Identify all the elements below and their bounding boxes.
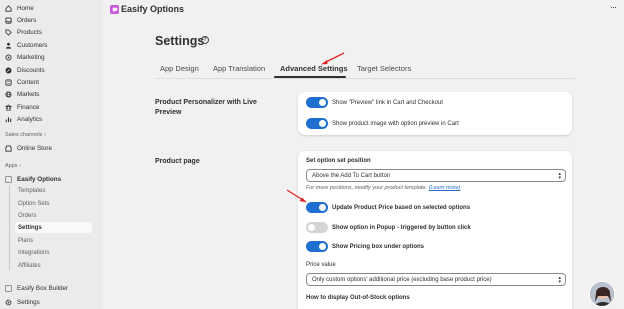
tag-icon	[5, 28, 12, 36]
update-price-toggle[interactable]	[306, 202, 328, 213]
select-chevron-icon: ▴ ▾	[558, 275, 561, 285]
sidebar-item-label: Marketing	[17, 53, 45, 61]
avatar[interactable]	[589, 281, 615, 307]
chevron-right-icon: ›	[44, 132, 46, 138]
tabs-divider	[155, 78, 575, 79]
position-hint: For more positions, modify your product …	[306, 185, 460, 191]
toggle-row-update-price[interactable]: Update Product Price based on selected o…	[306, 202, 470, 213]
sidebar-item-analytics[interactable]: Analytics	[3, 113, 97, 125]
sidebar-item-label: Finance	[17, 103, 40, 111]
sidebar-item-easify-box-builder[interactable]: Easify Box Builder	[3, 282, 97, 294]
toggle-label: Show option in Popup - triggered by butt…	[332, 224, 471, 231]
apps-heading[interactable]: Apps ›	[5, 163, 21, 169]
globe-icon	[5, 90, 12, 98]
sidebar-item-label: Easify Box Builder	[17, 284, 69, 292]
toggle-label: Show Pricing box under options	[332, 243, 425, 250]
toggle-row-popup[interactable]: Show option in Popup - triggered by butt…	[306, 222, 471, 233]
sidebar-item-easify-options[interactable]: Easify Options	[3, 173, 97, 185]
price-value-select[interactable]: Only custom options' additional price (e…	[306, 273, 566, 286]
gear-icon	[5, 299, 12, 306]
sales-channels-label: Sales channels	[5, 132, 43, 138]
page-title: Settings	[155, 34, 205, 48]
sidebar-item-label: Discounts	[17, 66, 45, 74]
active-tab-indicator	[274, 76, 346, 78]
sidebar-item-content[interactable]: Content	[3, 76, 97, 88]
sidebar-item-orders[interactable]: Orders	[3, 14, 97, 26]
help-icon[interactable]: ?	[201, 36, 209, 44]
sidebar-item-home[interactable]: Home	[3, 2, 97, 14]
toggle-label: Show "Preview" link in Cart and Checkout	[332, 99, 443, 106]
apps-label: Apps	[5, 163, 18, 169]
sidebar-item-label: Content	[17, 78, 40, 86]
sub-item-affiliates[interactable]: Affiliates	[15, 260, 92, 271]
sidebar-item-markets[interactable]: Markets	[3, 88, 97, 100]
bank-icon	[5, 103, 12, 111]
app-title: Easify Options	[121, 4, 185, 14]
sub-item-templates[interactable]: Templates	[15, 185, 92, 196]
content-icon	[5, 78, 12, 86]
inbox-icon	[5, 16, 12, 24]
sidebar-item-settings[interactable]: Settings	[3, 296, 97, 308]
toggle-row-preview-link[interactable]: Show "Preview" link in Cart and Checkout	[306, 97, 443, 108]
sidebar-item-label: Analytics	[17, 115, 43, 123]
position-select[interactable]: Above the Add To Cart button ▴ ▾	[306, 169, 566, 182]
sub-item-integrations[interactable]: Integrations	[15, 247, 92, 258]
submenu-guide	[9, 185, 10, 270]
sidebar-item-label: Online Store	[17, 144, 53, 152]
sidebar-item-label: Orders	[17, 16, 37, 24]
sub-item-settings[interactable]: Settings	[15, 222, 92, 233]
chevron-right-icon: ›	[19, 163, 22, 169]
store-icon	[5, 144, 12, 152]
bar-chart-icon	[5, 116, 12, 123]
learn-more-link[interactable]: (Learn more)	[429, 185, 461, 191]
sidebar: Home Orders Products Customers Marketing…	[0, 0, 102, 309]
sidebar-item-label: Easify Options	[17, 175, 62, 183]
oos-label: How to display Out-of-Stock options	[306, 295, 410, 301]
personalizer-heading: Product Personalizer with Live Preview	[155, 99, 257, 116]
sub-item-option-sets[interactable]: Option Sets	[15, 198, 92, 209]
easify-app-icon	[110, 5, 119, 14]
sidebar-item-online-store[interactable]: Online Store	[3, 142, 97, 154]
sidebar-item-label: Products	[17, 28, 42, 36]
price-value-select-value: Only custom options' additional price (e…	[312, 276, 492, 283]
sub-item-plans[interactable]: Plans	[15, 235, 92, 246]
target-icon	[5, 53, 12, 61]
preview-link-toggle[interactable]	[306, 97, 328, 108]
price-value-label: Price value	[306, 262, 336, 268]
sidebar-item-products[interactable]: Products	[3, 26, 97, 38]
discount-icon	[5, 67, 12, 74]
toggle-label: Show product image with option preview i…	[332, 120, 459, 127]
tab-app-translation[interactable]: App Translation	[213, 64, 265, 73]
tab-app-design[interactable]: App Design	[160, 64, 199, 73]
tab-target-selectors[interactable]: Target Selectors	[357, 64, 411, 73]
toggle-label: Update Product Price based on selected o…	[332, 204, 471, 211]
home-icon	[5, 4, 12, 12]
sidebar-item-label: Customers	[17, 41, 48, 49]
select-chevron-icon: ▴ ▾	[558, 171, 561, 181]
toggle-row-preview-image[interactable]: Show product image with option preview i…	[306, 118, 459, 129]
app-icon	[5, 175, 12, 183]
sidebar-item-customers[interactable]: Customers	[3, 39, 97, 51]
annotation-arrow-icon	[321, 52, 345, 65]
sub-item-orders[interactable]: Orders	[15, 210, 92, 221]
app-icon	[5, 284, 12, 292]
sales-channels-heading[interactable]: Sales channels ›	[5, 132, 46, 138]
pricing-box-toggle[interactable]	[306, 241, 328, 252]
toggle-row-pricing-box[interactable]: Show Pricing box under options	[306, 241, 424, 252]
person-icon	[5, 42, 12, 49]
sidebar-item-marketing[interactable]: Marketing	[3, 51, 97, 63]
sidebar-item-discounts[interactable]: Discounts	[3, 64, 97, 76]
position-select-value: Above the Add To Cart button	[312, 172, 391, 179]
sidebar-item-label: Settings	[17, 298, 40, 306]
product-page-heading: Product page	[155, 158, 200, 165]
more-actions-icon[interactable]: ···	[610, 2, 617, 12]
sidebar-item-label: Home	[17, 4, 34, 12]
preview-image-toggle[interactable]	[306, 118, 328, 129]
sidebar-item-finance[interactable]: Finance	[3, 101, 97, 113]
sidebar-item-label: Markets	[17, 90, 40, 98]
popup-toggle[interactable]	[306, 222, 328, 233]
position-label: Set option set position	[306, 158, 371, 164]
hint-text: For more positions, modify your product …	[306, 185, 428, 191]
